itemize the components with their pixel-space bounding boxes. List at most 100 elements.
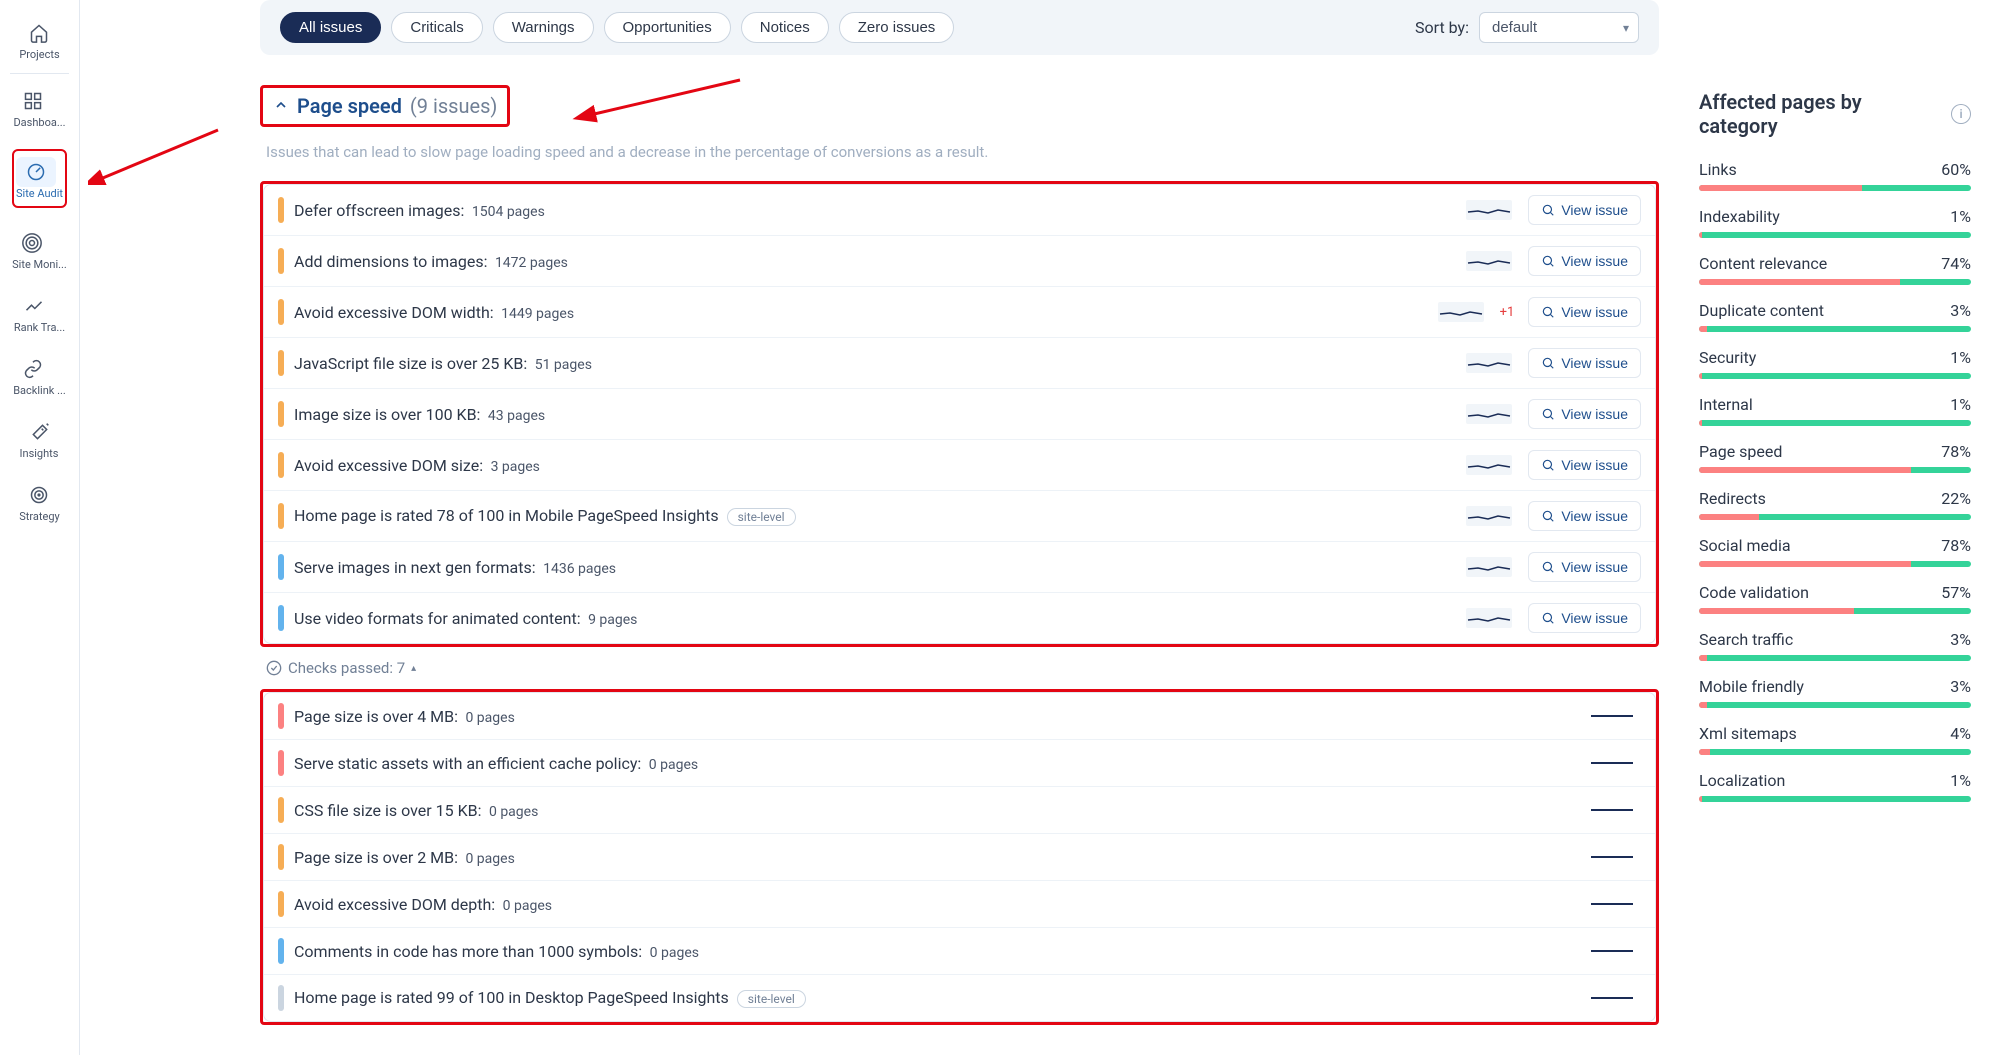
sidebar: ProjectsDashboa...Site AuditSite Moni...… — [0, 0, 80, 1055]
filter-pill-all-issues[interactable]: All issues — [280, 12, 381, 43]
category-pct: 78% — [1941, 536, 1971, 555]
sidebar-item-strategy[interactable]: Strategy — [0, 470, 79, 533]
category-pct: 1% — [1950, 348, 1971, 367]
severity-indicator — [278, 350, 284, 376]
section-title: Page speed — [297, 94, 402, 118]
target-icon — [29, 485, 49, 505]
category-bar — [1699, 326, 1971, 332]
view-issue-button[interactable]: View issue — [1528, 552, 1641, 582]
category-pct: 22% — [1941, 489, 1971, 508]
category-row-social-media[interactable]: Social media 78% — [1699, 536, 1971, 567]
filter-pill-opportunities[interactable]: Opportunities — [604, 12, 731, 43]
category-pct: 60% — [1941, 160, 1971, 179]
link-icon — [23, 359, 43, 379]
sparkline-icon — [1589, 847, 1635, 867]
issue-row: Comments in code has more than 1000 symb… — [264, 928, 1655, 975]
view-issue-button[interactable]: View issue — [1528, 603, 1641, 633]
category-pct: 74% — [1941, 254, 1971, 273]
category-name: Localization — [1699, 771, 1785, 790]
filter-pill-warnings[interactable]: Warnings — [493, 12, 594, 43]
sidebar-item-projects[interactable]: Projects — [0, 8, 79, 71]
category-row-redirects[interactable]: Redirects 22% — [1699, 489, 1971, 520]
severity-indicator — [278, 248, 284, 274]
sparkline-icon — [1466, 455, 1512, 475]
search-icon — [1541, 560, 1555, 574]
sparkline-icon — [1589, 894, 1635, 914]
filter-pill-criticals[interactable]: Criticals — [391, 12, 482, 43]
view-issue-button[interactable]: View issue — [1528, 195, 1641, 225]
issue-title: JavaScript file size is over 25 KB: 51 p… — [294, 354, 592, 373]
sidebar-item-dashboa-[interactable]: Dashboa... — [0, 76, 79, 139]
category-row-links[interactable]: Links 60% — [1699, 160, 1971, 191]
category-pct: 57% — [1941, 583, 1971, 602]
sidebar-item-site-moni-[interactable]: Site Moni... — [0, 218, 79, 281]
category-bar — [1699, 232, 1971, 238]
category-row-page-speed[interactable]: Page speed78% — [1699, 442, 1971, 473]
category-name: Security — [1699, 348, 1756, 367]
category-row-mobile-friendly[interactable]: Mobile friendly3% — [1699, 677, 1971, 708]
info-icon[interactable]: i — [1951, 104, 1971, 124]
category-row-internal[interactable]: Internal1% — [1699, 395, 1971, 426]
category-pct: 78% — [1941, 442, 1971, 461]
sidebar-item-rank-tra-[interactable]: Rank Tra... — [0, 281, 79, 344]
sparkline-icon — [1466, 404, 1512, 424]
view-issue-button[interactable]: View issue — [1528, 246, 1641, 276]
sparkline-icon — [1466, 557, 1512, 577]
category-row-xml-sitemaps[interactable]: Xml sitemaps4% — [1699, 724, 1971, 755]
sidebar-item-label: Backlink ... — [13, 384, 66, 397]
checks-passed-row[interactable]: Checks passed: 7 ▴ — [266, 659, 1659, 677]
issue-title: CSS file size is over 15 KB: 0 pages — [294, 801, 538, 820]
sidebar-item-label: Insights — [20, 447, 60, 460]
category-row-indexability[interactable]: Indexability1% — [1699, 207, 1971, 238]
category-row-search-traffic[interactable]: Search traffic3% — [1699, 630, 1971, 661]
category-name: Redirects — [1699, 489, 1766, 508]
issue-title: Serve static assets with an efficient ca… — [294, 754, 698, 773]
issue-title: Page size is over 4 MB: 0 pages — [294, 707, 515, 726]
issue-title: Add dimensions to images: 1472 pages — [294, 252, 568, 271]
sparkline-icon — [1466, 506, 1512, 526]
sparkline-icon — [1466, 200, 1512, 220]
category-pct: 4% — [1950, 724, 1971, 743]
category-bar — [1699, 185, 1971, 191]
category-row-duplicate-content[interactable]: Duplicate content3% — [1699, 301, 1971, 332]
issue-title: Use video formats for animated content: … — [294, 609, 637, 628]
issue-row: Serve static assets with an efficient ca… — [264, 740, 1655, 787]
issue-row: CSS file size is over 15 KB: 0 pages — [264, 787, 1655, 834]
view-issue-button[interactable]: View issue — [1528, 450, 1641, 480]
issue-row: Page size is over 2 MB: 0 pages — [264, 834, 1655, 881]
section-header-page-speed[interactable]: Page speed (9 issues) — [260, 85, 510, 127]
view-issue-button[interactable]: View issue — [1528, 348, 1641, 378]
issue-row: Serve images in next gen formats: 1436 p… — [264, 542, 1655, 593]
category-row-security[interactable]: Security 1% — [1699, 348, 1971, 379]
wand-icon — [30, 422, 50, 442]
category-bar — [1699, 420, 1971, 426]
site-level-tag: site-level — [737, 990, 806, 1008]
category-bar — [1699, 514, 1971, 520]
category-row-code-validation[interactable]: Code validation57% — [1699, 583, 1971, 614]
sidebar-item-backlink-[interactable]: Backlink ... — [0, 344, 79, 407]
view-issue-button[interactable]: View issue — [1528, 297, 1641, 327]
issue-title: Home page is rated 99 of 100 in Desktop … — [294, 988, 806, 1008]
sidebar-item-site-audit[interactable]: Site Audit — [0, 139, 79, 218]
category-row-localization[interactable]: Localization1% — [1699, 771, 1971, 802]
delta-badge: +1 — [1500, 305, 1515, 320]
sidebar-item-insights[interactable]: Insights — [0, 407, 79, 470]
filter-pill-zero-issues[interactable]: Zero issues — [839, 12, 955, 43]
issue-row: Use video formats for animated content: … — [264, 593, 1655, 643]
category-name: Social media — [1699, 536, 1791, 555]
issue-title: Defer offscreen images: 1504 pages — [294, 201, 545, 220]
filter-pill-notices[interactable]: Notices — [741, 12, 829, 43]
sparkline-icon — [1466, 353, 1512, 373]
severity-indicator — [278, 750, 284, 776]
category-name: Internal — [1699, 395, 1753, 414]
category-bar — [1699, 702, 1971, 708]
category-pct: 3% — [1950, 630, 1971, 649]
view-issue-button[interactable]: View issue — [1528, 399, 1641, 429]
search-icon — [1541, 203, 1555, 217]
category-row-content-relevance[interactable]: Content relevance74% — [1699, 254, 1971, 285]
sort-select[interactable]: default — [1479, 12, 1639, 43]
category-name: Links — [1699, 160, 1737, 179]
search-icon — [1541, 254, 1555, 268]
view-issue-button[interactable]: View issue — [1528, 501, 1641, 531]
severity-indicator — [278, 554, 284, 580]
